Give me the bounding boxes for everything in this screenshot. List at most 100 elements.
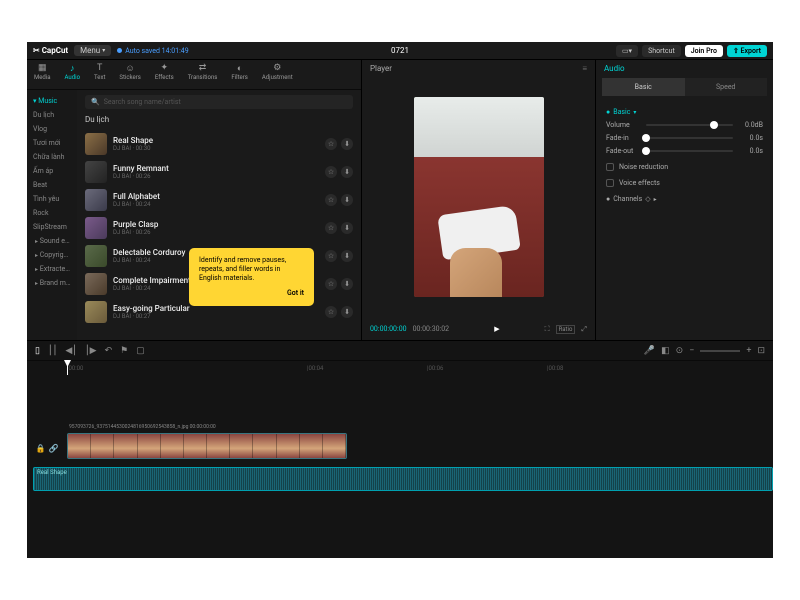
media-tabs: ▦Media♪AudioTText☺Stickers✦Effects⇄Trans… bbox=[27, 60, 361, 90]
sidebar-item[interactable]: Rock bbox=[27, 206, 77, 220]
tab-filters[interactable]: ◐Filters bbox=[224, 60, 255, 89]
ratio-button[interactable]: Ratio bbox=[556, 325, 576, 334]
tab-speed[interactable]: Speed bbox=[685, 78, 768, 96]
shortcut-button[interactable]: Shortcut bbox=[642, 45, 681, 57]
favorite-icon[interactable]: ☆ bbox=[325, 194, 337, 206]
tab-text[interactable]: TText bbox=[87, 60, 112, 89]
player-menu-icon[interactable]: ≡ bbox=[582, 64, 587, 73]
sidebar-item[interactable]: ▸ Copyright i... bbox=[27, 248, 77, 262]
tool-magnet[interactable]: ⊙ bbox=[676, 346, 684, 356]
download-icon[interactable]: ⬇ bbox=[341, 138, 353, 150]
track-thumb bbox=[85, 245, 107, 267]
favorite-icon[interactable]: ☆ bbox=[325, 306, 337, 318]
sidebar-item[interactable]: Ấm áp bbox=[27, 164, 77, 178]
tab-audio[interactable]: ♪Audio bbox=[58, 60, 87, 89]
favorite-icon[interactable]: ☆ bbox=[325, 278, 337, 290]
download-icon[interactable]: ⬇ bbox=[341, 194, 353, 206]
audio-track-item[interactable]: Real ShapeDJ BAI · 00:30☆⬇ bbox=[85, 130, 353, 158]
fadein-slider[interactable] bbox=[646, 137, 733, 139]
tool-undo[interactable]: ↶ bbox=[105, 346, 113, 356]
favorite-icon[interactable]: ☆ bbox=[325, 166, 337, 178]
link-icon[interactable]: 🔗 bbox=[49, 444, 59, 453]
preview-image bbox=[414, 97, 544, 297]
download-icon[interactable]: ⬇ bbox=[341, 222, 353, 234]
menu-button[interactable]: Menu ▾ bbox=[74, 45, 111, 56]
tool-mic[interactable]: 🎤 bbox=[644, 346, 655, 356]
tool-cover[interactable]: ◧ bbox=[661, 346, 670, 356]
autosave-status: Auto saved 14:01:49 bbox=[117, 47, 188, 55]
noise-checkbox[interactable] bbox=[606, 163, 614, 171]
audio-track-item[interactable]: Full AlphabetDJ BAI · 00:24☆⬇ bbox=[85, 186, 353, 214]
section-basic[interactable]: ● Basic ▾ bbox=[606, 108, 763, 116]
audio-track-item[interactable]: Purple ClaspDJ BAI · 00:26☆⬇ bbox=[85, 214, 353, 242]
audio-track-item[interactable]: Funny RemnantDJ BAI · 00:26☆⬇ bbox=[85, 158, 353, 186]
track-thumb bbox=[85, 161, 107, 183]
tab-effects[interactable]: ✦Effects bbox=[148, 60, 181, 89]
favorite-icon[interactable]: ☆ bbox=[325, 138, 337, 150]
audio-clip[interactable]: Real Shape bbox=[33, 467, 773, 491]
zoom-slider[interactable] bbox=[700, 350, 740, 352]
lock-icon[interactable]: 🔒 bbox=[36, 444, 46, 453]
fullscreen-icon[interactable]: ⤢ bbox=[581, 325, 587, 334]
topbar: ✂ CapCut Menu ▾ Auto saved 14:01:49 0721… bbox=[27, 42, 773, 60]
audio-panel-title: Audio bbox=[596, 60, 773, 76]
download-icon[interactable]: ⬇ bbox=[341, 306, 353, 318]
track-thumb bbox=[85, 217, 107, 239]
scale-icon[interactable]: ⛶ bbox=[545, 325, 550, 334]
tooltip-gotit-button[interactable]: Got it bbox=[199, 289, 304, 298]
timeline-ruler[interactable]: |00:00 |00:04 |00:06 |00:08 bbox=[27, 361, 773, 375]
sidebar-item[interactable]: Chữa lành bbox=[27, 150, 77, 164]
track-thumb bbox=[85, 189, 107, 211]
player-title: Player bbox=[370, 64, 392, 73]
sidebar-item[interactable]: Tươi mới bbox=[27, 136, 77, 150]
voice-checkbox[interactable] bbox=[606, 179, 614, 187]
join-pro-button[interactable]: Join Pro bbox=[685, 45, 723, 57]
timecode-current: 00:00:00:00 bbox=[370, 325, 407, 333]
sidebar-item[interactable]: Beat bbox=[27, 178, 77, 192]
sidebar-item[interactable]: ▸ Sound effe... bbox=[27, 234, 77, 248]
category-title: Du lịch bbox=[85, 115, 353, 124]
video-clip[interactable] bbox=[67, 433, 347, 459]
search-input[interactable]: 🔍Search song name/artist bbox=[85, 95, 353, 109]
download-icon[interactable]: ⬇ bbox=[341, 278, 353, 290]
section-channels[interactable]: ● Channels ◇ ▸ bbox=[606, 195, 763, 203]
tool-captions[interactable]: ▢ bbox=[136, 346, 145, 356]
sidebar-item[interactable]: ▾ Music bbox=[27, 94, 77, 108]
sidebar-item[interactable]: Du lịch bbox=[27, 108, 77, 122]
download-icon[interactable]: ⬇ bbox=[341, 250, 353, 262]
tab-transitions[interactable]: ⇄Transitions bbox=[181, 60, 225, 89]
play-button[interactable]: ▶ bbox=[494, 325, 499, 333]
zoom-fit[interactable]: ⊡ bbox=[757, 346, 765, 356]
tool-left[interactable]: ◀⎮ bbox=[65, 346, 77, 356]
track-thumb bbox=[85, 133, 107, 155]
layout-button[interactable]: ▭▾ bbox=[616, 45, 638, 57]
project-title: 0721 bbox=[391, 46, 409, 55]
favorite-icon[interactable]: ☆ bbox=[325, 222, 337, 234]
sidebar-item[interactable]: Tình yêu bbox=[27, 192, 77, 206]
tab-adjustment[interactable]: ⚙Adjustment bbox=[255, 60, 300, 89]
download-icon[interactable]: ⬇ bbox=[341, 166, 353, 178]
sidebar-item[interactable]: SlipStream bbox=[27, 220, 77, 234]
zoom-in[interactable]: + bbox=[746, 346, 751, 356]
sidebar-item[interactable]: ▸ Brand musi... bbox=[27, 276, 77, 290]
sidebar-item[interactable]: Vlog bbox=[27, 122, 77, 136]
export-button[interactable]: ⇧ Export bbox=[727, 45, 767, 57]
tab-stickers[interactable]: ☺Stickers bbox=[112, 60, 147, 89]
timecode-total: 00:00:30:02 bbox=[413, 325, 450, 333]
playhead[interactable] bbox=[67, 361, 68, 375]
search-icon: 🔍 bbox=[91, 98, 100, 106]
volume-slider[interactable] bbox=[646, 124, 733, 126]
tool-right[interactable]: ⎮▶ bbox=[85, 346, 97, 356]
app-logo: ✂ CapCut bbox=[33, 46, 68, 55]
tool-selection[interactable]: ▯ bbox=[35, 346, 40, 356]
tab-basic[interactable]: Basic bbox=[602, 78, 685, 96]
favorite-icon[interactable]: ☆ bbox=[325, 250, 337, 262]
tool-split[interactable]: ⎮⎮ bbox=[48, 346, 57, 356]
feature-tooltip: Identify and remove pauses, repeats, and… bbox=[189, 248, 314, 306]
fadeout-slider[interactable] bbox=[646, 150, 733, 152]
zoom-out[interactable]: − bbox=[689, 346, 694, 356]
track-thumb bbox=[85, 301, 107, 323]
tool-flag[interactable]: ⚑ bbox=[120, 346, 128, 356]
tab-media[interactable]: ▦Media bbox=[27, 60, 58, 89]
sidebar-item[interactable]: ▸ Extracted a... bbox=[27, 262, 77, 276]
